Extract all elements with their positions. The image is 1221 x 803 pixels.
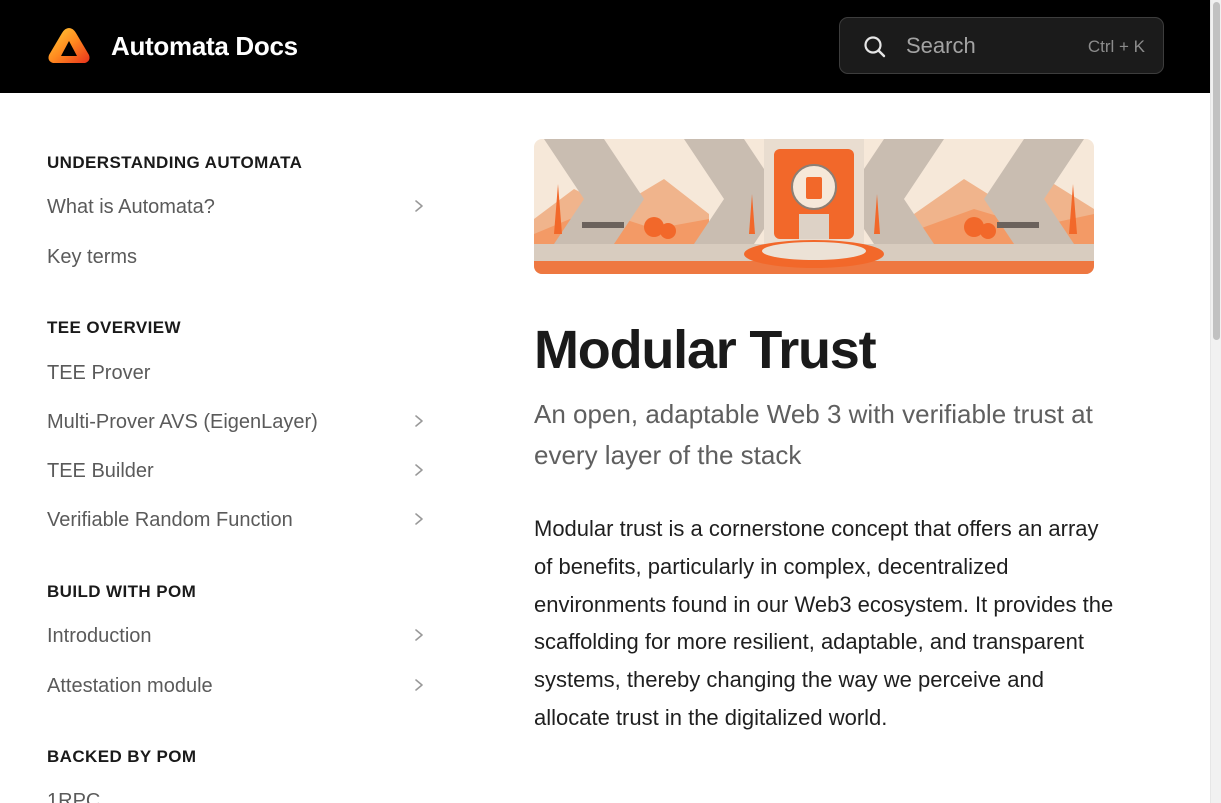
- chevron-right-icon[interactable]: [412, 627, 426, 643]
- section-title-build-with-pom: BUILD WITH POM: [47, 582, 197, 601]
- sidebar-item-label: 1RPC: [47, 790, 101, 803]
- sidebar-item-what-is-automata[interactable]: What is Automata?: [47, 189, 437, 223]
- search-icon: [864, 36, 886, 58]
- page-scrollbar[interactable]: [1210, 0, 1221, 803]
- section-title-understanding-automata: UNDERSTANDING AUTOMATA: [47, 153, 303, 172]
- automata-logo-icon[interactable]: [47, 25, 91, 67]
- search-placeholder: Search: [906, 33, 976, 58]
- sidebar-item-label: Key terms: [47, 246, 138, 268]
- search-shortcut-hint: Ctrl + K: [1087, 37, 1145, 56]
- section-title-backed-by-pom: BACKED BY POM: [47, 747, 197, 766]
- main-content: Modular Trust An open, adaptable Web 3 w…: [534, 93, 1210, 803]
- chevron-right-icon[interactable]: [412, 413, 426, 429]
- top-header: Automata Docs Search Ctrl + K: [0, 0, 1210, 93]
- scrollbar-thumb[interactable]: [1213, 2, 1220, 340]
- section-title-tee-overview: TEE OVERVIEW: [47, 318, 181, 337]
- sidebar-item-key-terms[interactable]: Key terms: [47, 239, 437, 273]
- sidebar-item-label: TEE Builder: [47, 460, 154, 482]
- sidebar-item-multi-prover-avs[interactable]: Multi-Prover AVS (EigenLayer): [47, 404, 437, 438]
- sidebar-item-label: What is Automata?: [47, 196, 215, 218]
- sidebar-item-label: Introduction: [47, 625, 152, 647]
- page-subtitle: An open, adaptable Web 3 with verifiable…: [534, 399, 1093, 470]
- sidebar-item-verifiable-random-function[interactable]: Verifiable Random Function: [47, 502, 437, 536]
- sidebar-item-introduction[interactable]: Introduction: [47, 618, 437, 652]
- chevron-right-icon[interactable]: [412, 198, 426, 214]
- sidebar-nav: UNDERSTANDING AUTOMATA What is Automata?…: [0, 93, 470, 803]
- sidebar-item-tee-prover[interactable]: TEE Prover: [47, 355, 437, 389]
- search-box[interactable]: Search Ctrl + K: [839, 17, 1164, 74]
- hero-illustration: [534, 139, 1094, 274]
- chevron-right-icon[interactable]: [412, 462, 426, 478]
- intro-paragraph: Modular trust is a cornerstone concept t…: [534, 516, 1114, 730]
- sidebar-item-attestation-module[interactable]: Attestation module: [47, 668, 437, 702]
- sidebar-item-label: TEE Prover: [47, 362, 151, 384]
- sidebar-item-tee-builder[interactable]: TEE Builder: [47, 453, 437, 487]
- sidebar-item-label: Attestation module: [47, 675, 213, 697]
- sidebar-item-label: Verifiable Random Function: [47, 509, 293, 531]
- site-title[interactable]: Automata Docs: [111, 30, 298, 62]
- chevron-right-icon[interactable]: [412, 677, 426, 693]
- sidebar-item-1rpc[interactable]: 1RPC: [47, 783, 437, 803]
- page-title: Modular Trust: [534, 320, 877, 380]
- sidebar-item-label: Multi-Prover AVS (EigenLayer): [47, 411, 318, 433]
- chevron-right-icon[interactable]: [412, 511, 426, 527]
